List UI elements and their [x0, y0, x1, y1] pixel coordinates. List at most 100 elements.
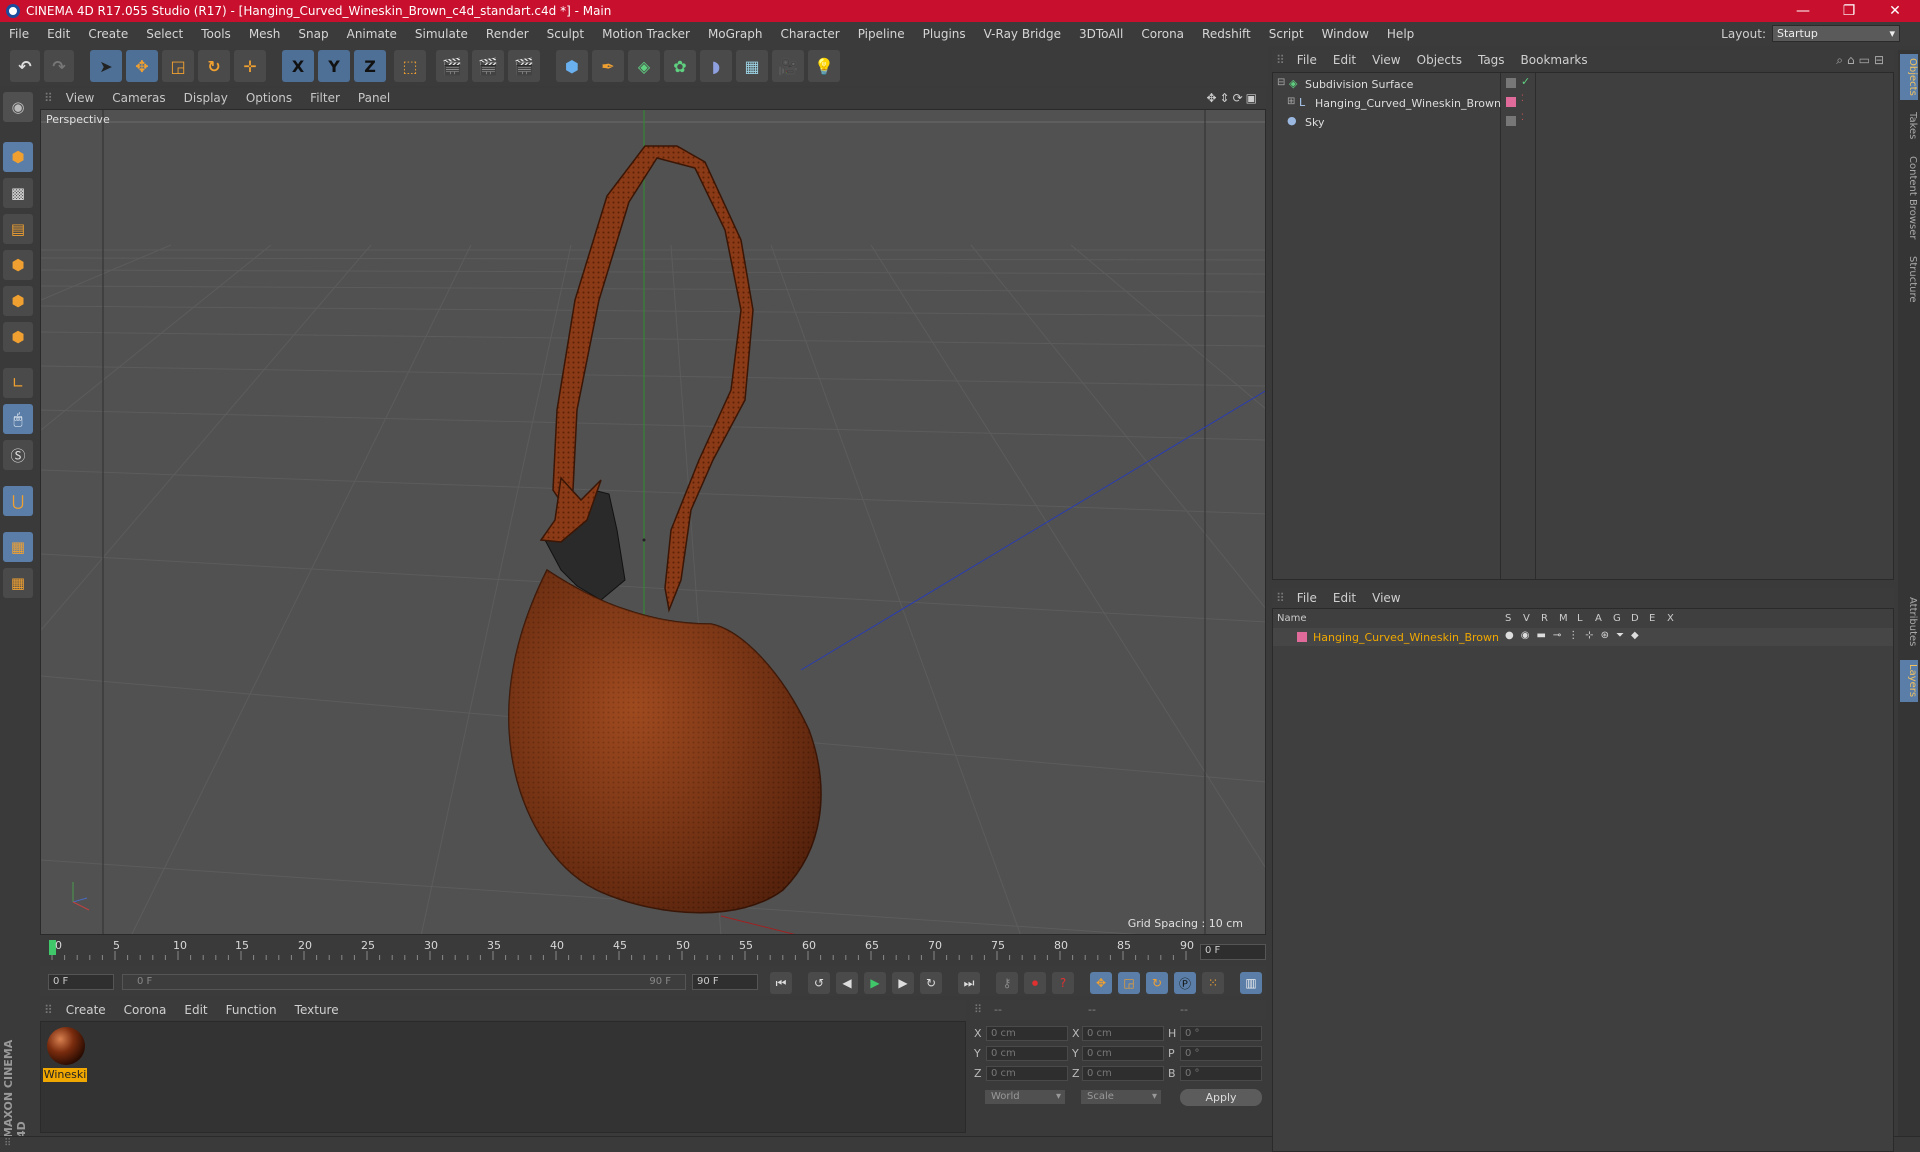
- rotation-p-field[interactable]: 0 °: [1180, 1046, 1262, 1061]
- menu-redshift[interactable]: Redshift: [1193, 27, 1260, 41]
- viewport-menu-view[interactable]: View: [57, 91, 103, 105]
- menu-character[interactable]: Character: [771, 27, 848, 41]
- column-name[interactable]: Name: [1277, 613, 1307, 624]
- menu-edit[interactable]: Edit: [38, 27, 79, 41]
- rotation-h-field[interactable]: 0 °: [1180, 1026, 1262, 1041]
- object-menu-edit[interactable]: Edit: [1325, 53, 1364, 67]
- menu-mograph[interactable]: MoGraph: [699, 27, 772, 41]
- menu-corona[interactable]: Corona: [1132, 27, 1193, 41]
- previous-key-button[interactable]: ↺: [808, 972, 830, 994]
- undo-button[interactable]: ↶: [10, 50, 40, 82]
- column-locked[interactable]: L: [1577, 613, 1583, 624]
- visibility-dots-icon[interactable]: ⁚: [1521, 94, 1524, 104]
- object-menu-objects[interactable]: Objects: [1409, 53, 1470, 67]
- coordinate-space-select[interactable]: World ▾: [984, 1089, 1066, 1105]
- edges-mode-button[interactable]: ⬢: [3, 286, 33, 316]
- key-parameter-button[interactable]: Ⓟ: [1174, 972, 1196, 994]
- viewport-menu-filter[interactable]: Filter: [301, 91, 349, 105]
- expand-icon[interactable]: ⊞: [1287, 96, 1295, 107]
- auto-keying-button[interactable]: ⏺: [1024, 972, 1046, 994]
- tab-objects[interactable]: Objects: [1900, 54, 1918, 100]
- object-row-subdivision-surface[interactable]: ⊟ ◈ Subdivision Surface ✓: [1273, 75, 1893, 93]
- layer-color-swatch[interactable]: [1297, 632, 1307, 642]
- editor-visibility-icon[interactable]: [1506, 116, 1516, 126]
- enabled-check-icon[interactable]: ✓: [1521, 75, 1530, 88]
- layer-menu-file[interactable]: File: [1289, 591, 1325, 605]
- menu-file[interactable]: File: [0, 27, 38, 41]
- timeline-ruler[interactable]: 0 5 10 15 20 25 30 35 40 45 50 55 60 65 …: [40, 938, 1266, 962]
- next-frame-button[interactable]: ▶: [892, 972, 914, 994]
- add-cube-button[interactable]: ⬢: [556, 50, 588, 82]
- column-manager[interactable]: M: [1559, 613, 1568, 624]
- live-selection-button[interactable]: ➤: [90, 50, 122, 82]
- column-view[interactable]: V: [1523, 613, 1530, 624]
- material-menu-edit[interactable]: Edit: [175, 1003, 216, 1017]
- key-pla-button[interactable]: ⁙: [1202, 972, 1224, 994]
- apply-button[interactable]: Apply: [1180, 1089, 1262, 1106]
- object-row-sky[interactable]: ● Sky ⁚: [1273, 113, 1893, 131]
- material-menu-texture[interactable]: Texture: [286, 1003, 348, 1017]
- collapse-icon[interactable]: ⊟: [1277, 77, 1285, 88]
- render-picture-viewer-button[interactable]: 🎬: [472, 50, 504, 82]
- size-mode-select[interactable]: Scale ▾: [1080, 1089, 1162, 1105]
- column-render[interactable]: R: [1541, 613, 1548, 624]
- layer-toggle-icons[interactable]: ●◉▬⊸⋮⊹⊛⏷◆: [1505, 630, 1646, 641]
- layer-menu-view[interactable]: View: [1364, 591, 1408, 605]
- snap-enable-button[interactable]: Ⓢ: [3, 440, 33, 470]
- previous-frame-button[interactable]: ◀: [836, 972, 858, 994]
- menu-vray-bridge[interactable]: V-Ray Bridge: [975, 27, 1070, 41]
- menu-sculpt[interactable]: Sculpt: [538, 27, 593, 41]
- model-mode-button[interactable]: ⬢: [3, 142, 33, 172]
- workplane-mode-button[interactable]: ▤: [3, 214, 33, 244]
- polygons-mode-button[interactable]: ⬢: [3, 322, 33, 352]
- points-mode-button[interactable]: ⬢: [3, 250, 33, 280]
- key-position-button[interactable]: ✥: [1090, 972, 1112, 994]
- maximize-button[interactable]: ❐: [1826, 0, 1872, 22]
- keyframe-selection-button[interactable]: ?: [1052, 972, 1074, 994]
- column-expressions[interactable]: E: [1649, 613, 1655, 624]
- viewport-nav-icons[interactable]: ✥⇕⟳▣: [1206, 91, 1266, 105]
- z-axis-lock-button[interactable]: Z: [354, 50, 386, 82]
- layer-color-swatch[interactable]: [1506, 97, 1516, 107]
- minimize-button[interactable]: —: [1780, 0, 1826, 22]
- position-x-field[interactable]: 0 cm: [986, 1026, 1068, 1041]
- next-key-button[interactable]: ↻: [920, 972, 942, 994]
- object-menu-file[interactable]: File: [1289, 53, 1325, 67]
- redo-button[interactable]: ↷: [44, 50, 74, 82]
- size-y-field[interactable]: 0 cm: [1082, 1046, 1164, 1061]
- column-deformers[interactable]: D: [1631, 613, 1639, 624]
- material-menu-corona[interactable]: Corona: [115, 1003, 176, 1017]
- add-floor-button[interactable]: ▦: [736, 50, 768, 82]
- material-name-label[interactable]: Wineski: [43, 1068, 87, 1082]
- axis-mode-button[interactable]: ∟: [3, 368, 33, 398]
- end-frame-field[interactable]: 90 F: [692, 974, 758, 990]
- key-rotation-button[interactable]: ↻: [1146, 972, 1168, 994]
- visibility-dots-icon[interactable]: ⁚: [1521, 113, 1524, 123]
- y-axis-lock-button[interactable]: Y: [318, 50, 350, 82]
- menu-motion-tracker[interactable]: Motion Tracker: [593, 27, 699, 41]
- go-to-start-button[interactable]: ⏮: [770, 972, 792, 994]
- key-scale-button[interactable]: ◲: [1118, 972, 1140, 994]
- menu-mesh[interactable]: Mesh: [240, 27, 290, 41]
- size-z-field[interactable]: 0 cm: [1082, 1066, 1164, 1081]
- frame-range-slider[interactable]: 0 F 90 F: [122, 974, 686, 990]
- size-x-field[interactable]: 0 cm: [1082, 1026, 1164, 1041]
- menu-pipeline[interactable]: Pipeline: [849, 27, 914, 41]
- viewport-menu-options[interactable]: Options: [237, 91, 301, 105]
- column-solo[interactable]: S: [1505, 613, 1511, 624]
- scale-tool-button[interactable]: ◲: [162, 50, 194, 82]
- menu-tools[interactable]: Tools: [192, 27, 240, 41]
- play-button[interactable]: ▶: [864, 972, 886, 994]
- position-y-field[interactable]: 0 cm: [986, 1046, 1068, 1061]
- close-button[interactable]: ✕: [1872, 0, 1918, 22]
- add-camera-button[interactable]: 🎥: [772, 50, 804, 82]
- go-to-end-button[interactable]: ⏭: [958, 972, 980, 994]
- menu-3dtoall[interactable]: 3DToAll: [1070, 27, 1132, 41]
- object-menu-tags[interactable]: Tags: [1470, 53, 1513, 67]
- 3d-viewport[interactable]: Perspective Grid Spacing : 10 cm: [40, 109, 1266, 935]
- timeline-window-button[interactable]: ▥: [1240, 972, 1262, 994]
- add-pen-spline-button[interactable]: ✒: [592, 50, 624, 82]
- current-frame-field[interactable]: 0 F: [1200, 944, 1266, 960]
- layer-menu-edit[interactable]: Edit: [1325, 591, 1364, 605]
- tweak-mode-button[interactable]: 🖱: [3, 404, 33, 434]
